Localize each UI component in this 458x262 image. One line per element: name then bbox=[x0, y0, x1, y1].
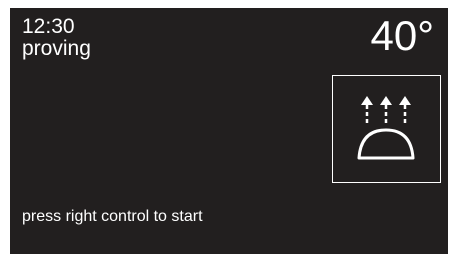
arrow-heads bbox=[361, 96, 411, 105]
temperature-readout: 40° bbox=[370, 12, 434, 59]
oven-display-screen: 12:30 proving 40° press right control to… bbox=[10, 8, 448, 254]
dough-dome-shape bbox=[357, 128, 415, 160]
proving-icon bbox=[357, 96, 415, 160]
instruction-text: press right control to start bbox=[22, 208, 203, 225]
program-selector[interactable] bbox=[332, 75, 441, 183]
clock-time: 12:30 bbox=[22, 15, 75, 38]
cooking-mode-label: proving bbox=[22, 37, 91, 60]
rising-arrows bbox=[365, 102, 407, 123]
